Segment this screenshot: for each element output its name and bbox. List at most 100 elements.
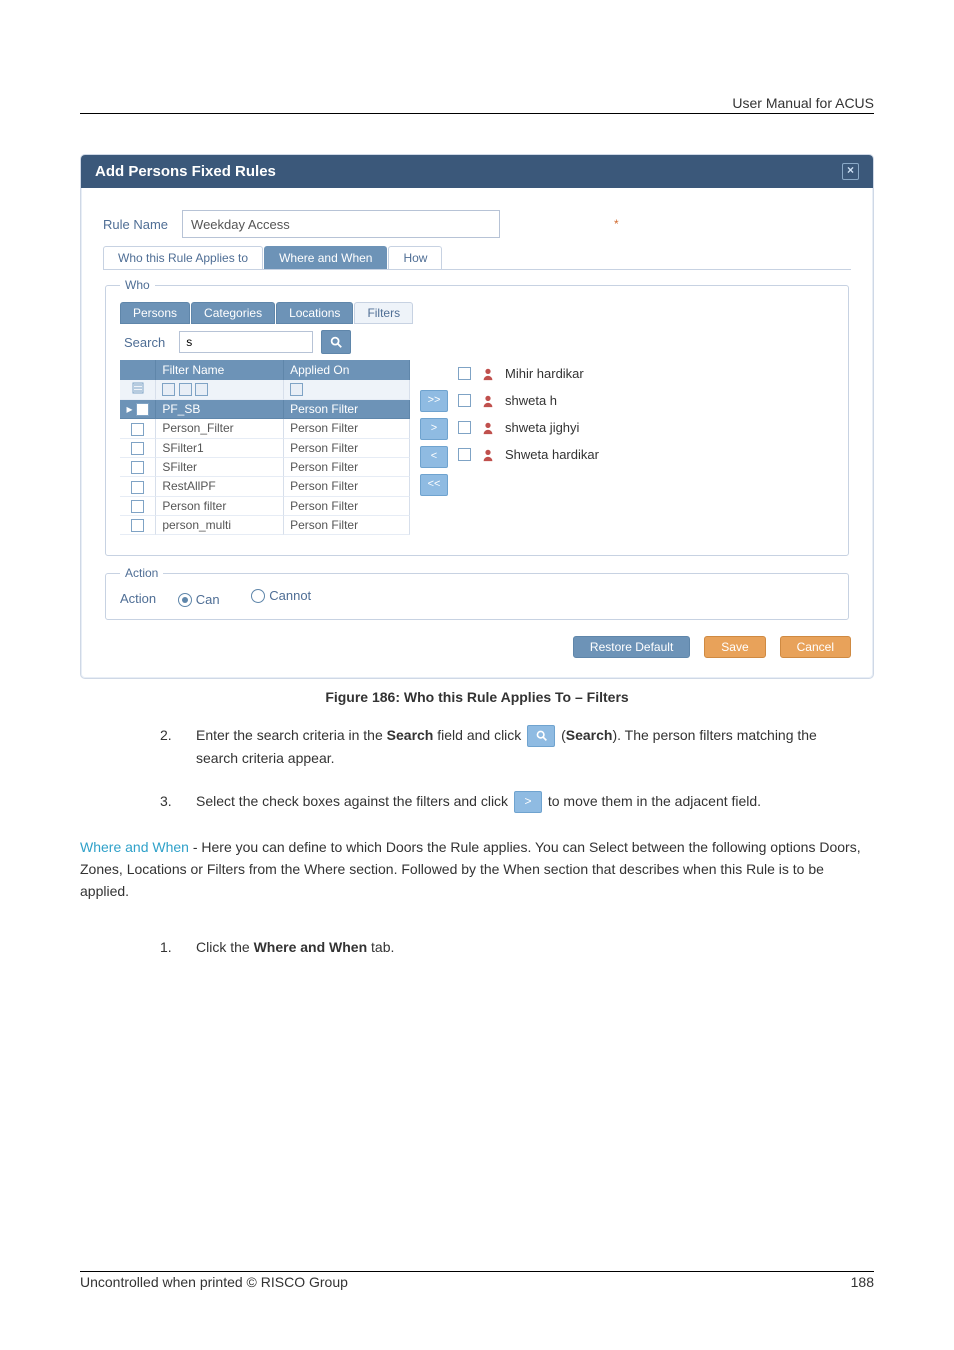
add-button[interactable]: > — [420, 418, 448, 440]
list-item[interactable]: shweta jighyi — [458, 416, 834, 443]
row-name: person_multi — [156, 516, 284, 535]
row-checkbox[interactable] — [136, 403, 149, 416]
person-name: shweta jighyi — [505, 420, 579, 435]
dialog-titlebar: Add Persons Fixed Rules × — [81, 155, 873, 188]
page-footer: Uncontrolled when printed © RISCO Group … — [80, 1271, 874, 1290]
person-checkbox[interactable] — [458, 421, 471, 434]
restore-default-button[interactable]: Restore Default — [573, 636, 690, 658]
row-checkbox[interactable] — [131, 423, 144, 436]
grid-toolbar-row — [120, 380, 410, 400]
radio-cannot[interactable]: Cannot — [251, 588, 311, 603]
subtab-locations[interactable]: Locations — [276, 302, 353, 324]
tab-who[interactable]: Who this Rule Applies to — [103, 246, 263, 269]
add-persons-dialog: Add Persons Fixed Rules × Rule Name * Wh… — [80, 154, 874, 679]
person-icon — [481, 367, 495, 381]
subtab-filters[interactable]: Filters — [354, 302, 413, 324]
cancel-button[interactable]: Cancel — [780, 636, 851, 658]
section-heading: Where and When — [80, 839, 189, 855]
action-label: Action — [120, 591, 156, 606]
add-all-button[interactable]: >> — [420, 390, 448, 412]
filter-icon[interactable] — [132, 382, 144, 394]
col-filter-name: Filter Name — [156, 360, 284, 380]
who-fieldset: Who Persons Categories Locations Filters… — [105, 278, 849, 556]
header-checkbox-icon[interactable] — [162, 383, 175, 396]
person-icon — [481, 394, 495, 408]
inline-move-icon: > — [514, 791, 542, 813]
table-row[interactable]: Person filter Person Filter — [120, 497, 410, 516]
radio-cannot-label: Cannot — [269, 588, 311, 603]
action-fieldset: Action Action Can Cannot — [105, 566, 849, 620]
step-text: Select the check boxes against the filte… — [196, 791, 761, 813]
list-item[interactable]: shweta h — [458, 389, 834, 416]
person-name: shweta h — [505, 393, 557, 408]
person-name: Shweta hardikar — [505, 447, 599, 462]
row-name: Person_Filter — [156, 419, 284, 438]
header-checkbox-icon[interactable] — [179, 383, 192, 396]
row-name: RestAllPF — [156, 477, 284, 496]
search-button[interactable] — [321, 330, 351, 354]
required-indicator: * — [614, 217, 619, 231]
footer-left: Uncontrolled when printed © RISCO Group — [80, 1274, 348, 1290]
list-item[interactable]: Shweta hardikar — [458, 443, 834, 470]
table-row[interactable]: SFilter Person Filter — [120, 458, 410, 477]
table-row[interactable]: RestAllPF Person Filter — [120, 477, 410, 496]
table-row[interactable]: SFilter1 Person Filter — [120, 439, 410, 458]
step-number: 3. — [160, 791, 178, 813]
step-number: 2. — [160, 725, 178, 769]
row-applied: Person Filter — [284, 477, 410, 496]
row-applied: Person Filter — [284, 458, 410, 477]
person-checkbox[interactable] — [458, 448, 471, 461]
search-icon — [329, 335, 343, 349]
figure-caption: Figure 186: Who this Rule Applies To – F… — [80, 689, 874, 705]
main-tabs: Who this Rule Applies to Where and When … — [103, 246, 851, 270]
tab-where-and-when[interactable]: Where and When — [264, 246, 387, 269]
row-checkbox[interactable] — [131, 500, 144, 513]
subtab-categories[interactable]: Categories — [191, 302, 275, 324]
step-text: Click the Where and When tab. — [196, 937, 394, 959]
list-item[interactable]: Mihir hardikar — [458, 362, 834, 389]
row-applied: Person Filter — [284, 400, 410, 419]
tab-how[interactable]: How — [388, 246, 442, 269]
row-applied: Person Filter — [284, 516, 410, 535]
row-checkbox[interactable] — [131, 519, 144, 532]
col-checkbox — [120, 360, 156, 380]
selected-persons-list: Mihir hardikar shweta h shweta jighyi — [458, 360, 834, 535]
where-and-when-paragraph: Where and When - Here you can define to … — [80, 836, 874, 903]
search-label: Search — [124, 335, 165, 350]
person-icon — [481, 421, 495, 435]
person-icon — [481, 448, 495, 462]
person-checkbox[interactable] — [458, 394, 471, 407]
step-number: 1. — [160, 937, 178, 959]
row-name: PF_SB — [156, 400, 284, 419]
rule-name-label: Rule Name — [103, 217, 168, 232]
row-applied: Person Filter — [284, 419, 410, 438]
radio-can[interactable]: Can — [178, 592, 220, 607]
header-checkbox-icon[interactable] — [195, 383, 208, 396]
search-input[interactable] — [179, 331, 313, 353]
who-legend: Who — [120, 278, 155, 292]
remove-all-button[interactable]: << — [420, 474, 448, 496]
table-row[interactable]: ▸ PF_SB Person Filter — [120, 400, 410, 419]
close-icon[interactable]: × — [842, 163, 859, 180]
step-text: Enter the search criteria in the Search … — [196, 725, 854, 769]
who-sub-tabs: Persons Categories Locations Filters — [120, 302, 834, 324]
row-name: SFilter1 — [156, 439, 284, 458]
subtab-persons[interactable]: Persons — [120, 302, 190, 324]
header-checkbox-icon[interactable] — [290, 383, 303, 396]
person-name: Mihir hardikar — [505, 366, 584, 381]
table-row[interactable]: person_multi Person Filter — [120, 516, 410, 535]
table-row[interactable]: Person_Filter Person Filter — [120, 419, 410, 438]
row-checkbox[interactable] — [131, 461, 144, 474]
row-name: SFilter — [156, 458, 284, 477]
page-header: User Manual for ACUS — [80, 95, 874, 114]
remove-button[interactable]: < — [420, 446, 448, 468]
row-checkbox[interactable] — [131, 481, 144, 494]
inline-search-icon — [527, 725, 555, 747]
row-applied: Person Filter — [284, 497, 410, 516]
row-name: Person filter — [156, 497, 284, 516]
row-checkbox[interactable] — [131, 442, 144, 455]
person-checkbox[interactable] — [458, 367, 471, 380]
save-button[interactable]: Save — [704, 636, 765, 658]
row-applied: Person Filter — [284, 439, 410, 458]
rule-name-input[interactable] — [182, 210, 500, 238]
